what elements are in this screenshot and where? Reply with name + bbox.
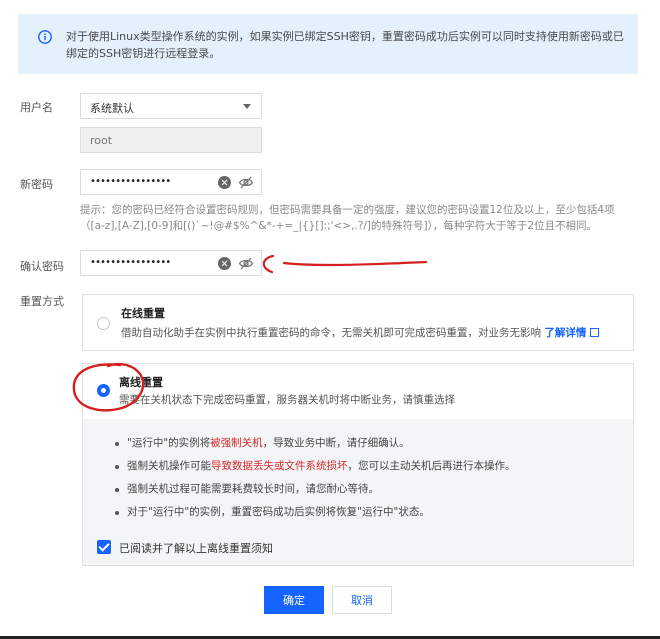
learn-more-link[interactable]: 了解详情: [544, 327, 600, 339]
new-password-label: 新密码: [20, 178, 53, 191]
new-password-mask: ••••••••••••••••: [90, 176, 171, 187]
username-select[interactable]: 系统默认: [80, 93, 262, 119]
offline-reset-panel: 离线重置 需要在关机状态下完成密码重置，服务器关机时将中断业务，请慎重选择 "运…: [82, 363, 634, 566]
eye-off-icon[interactable]: [238, 256, 254, 271]
reset-method-label: 重置方式: [20, 295, 64, 308]
offline-reset-radio[interactable]: [97, 384, 110, 397]
online-reset-option[interactable]: 在线重置 借助自动化助手在实例中执行重置密码的命令，无需关机即可完成密码重置，对…: [82, 294, 634, 351]
list-item: 强制关机操作可能导致数据丢失或文件系统损坏，您可以主动关机后再进行本操作。: [115, 455, 516, 478]
agree-checkbox[interactable]: [97, 540, 111, 554]
username-label: 用户名: [20, 101, 53, 114]
username-select-value: 系统默认: [90, 102, 134, 115]
clear-icon[interactable]: [218, 257, 231, 270]
online-reset-radio[interactable]: [97, 317, 110, 330]
offline-reset-title: 离线重置: [119, 376, 163, 389]
info-icon: [38, 30, 52, 44]
online-reset-desc: 借助自动化助手在实例中执行重置密码的命令，无需关机即可完成密码重置，对业务无影响…: [121, 325, 600, 340]
caret-down-icon: [243, 104, 251, 109]
confirm-button[interactable]: 确定: [264, 586, 324, 614]
eye-off-icon[interactable]: [238, 175, 254, 190]
username-value: root: [90, 134, 113, 147]
list-item: 强制关机过程可能需要耗费较长时间，请您耐心等待。: [115, 478, 516, 501]
new-password-input[interactable]: ••••••••••••••••: [80, 169, 262, 195]
cancel-button[interactable]: 取消: [332, 586, 392, 614]
annotation-line: [282, 260, 428, 267]
confirm-password-mask: ••••••••••••••••: [90, 257, 171, 268]
agree-label: 已阅读并了解以上离线重置须知: [119, 542, 273, 555]
username-field: root: [80, 127, 262, 153]
annotation-bracket: [262, 254, 275, 274]
external-link-icon: [590, 328, 600, 337]
list-item: 对于"运行中"的实例，重置密码成功后实例将恢复"运行中"状态。: [115, 501, 516, 524]
list-item: "运行中"的实例将被强制关机，导致业务中断，请仔细确认。: [115, 432, 516, 455]
password-hint: 提示：您的密码已经符合设置密码规则，但密码需要具备一定的强度，建议您的密码设置1…: [80, 204, 615, 232]
offline-reset-option[interactable]: 离线重置 需要在关机状态下完成密码重置，服务器关机时将中断业务，请慎重选择: [83, 364, 633, 419]
clear-icon[interactable]: [218, 176, 231, 189]
confirm-password-label: 确认密码: [20, 260, 64, 273]
offline-notes: "运行中"的实例将被强制关机，导致业务中断，请仔细确认。 强制关机操作可能导致数…: [115, 432, 516, 524]
online-reset-title: 在线重置: [121, 307, 165, 320]
info-text: 对于使用Linux类型操作系统的实例，如果实例已绑定SSH密钥，重置密码成功后实…: [66, 30, 624, 60]
confirm-password-input[interactable]: ••••••••••••••••: [80, 250, 262, 276]
info-banner: 对于使用Linux类型操作系统的实例，如果实例已绑定SSH密钥，重置密码成功后实…: [18, 14, 638, 74]
offline-reset-desc: 需要在关机状态下完成密码重置，服务器关机时将中断业务，请慎重选择: [119, 394, 455, 406]
